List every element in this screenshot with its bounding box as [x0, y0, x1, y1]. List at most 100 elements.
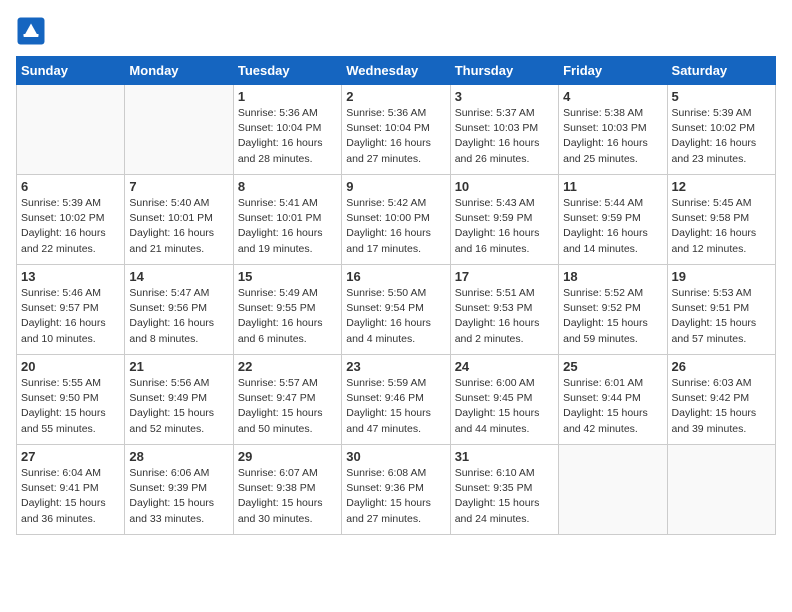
- day-number: 23: [346, 359, 445, 374]
- calendar-cell: 10 Sunrise: 5:43 AM Sunset: 9:59 PM Dayli…: [450, 175, 558, 265]
- day-info: Sunrise: 5:52 AM Sunset: 9:52 PM Dayligh…: [563, 286, 662, 347]
- calendar-cell: 21 Sunrise: 5:56 AM Sunset: 9:49 PM Dayli…: [125, 355, 233, 445]
- day-info: Sunrise: 5:55 AM Sunset: 9:50 PM Dayligh…: [21, 376, 120, 437]
- calendar-header: SundayMondayTuesdayWednesdayThursdayFrid…: [17, 57, 776, 85]
- calendar-cell: 8Sunrise: 5:41 AM Sunset: 10:01 PM Dayli…: [233, 175, 341, 265]
- day-info: Sunrise: 5:42 AM Sunset: 10:00 PM Daylig…: [346, 196, 445, 257]
- day-number: 15: [238, 269, 337, 284]
- day-number: 22: [238, 359, 337, 374]
- day-number: 25: [563, 359, 662, 374]
- day-info: Sunrise: 5:46 AM Sunset: 9:57 PM Dayligh…: [21, 286, 120, 347]
- calendar-table: SundayMondayTuesdayWednesdayThursdayFrid…: [16, 56, 776, 535]
- calendar-cell: 13 Sunrise: 5:46 AM Sunset: 9:57 PM Dayli…: [17, 265, 125, 355]
- day-info: Sunrise: 6:08 AM Sunset: 9:36 PM Dayligh…: [346, 466, 445, 527]
- weekday-header-sunday: Sunday: [17, 57, 125, 85]
- calendar-cell: 15 Sunrise: 5:49 AM Sunset: 9:55 PM Dayli…: [233, 265, 341, 355]
- day-info: Sunrise: 5:57 AM Sunset: 9:47 PM Dayligh…: [238, 376, 337, 437]
- day-number: 21: [129, 359, 228, 374]
- page-header: [16, 16, 776, 46]
- calendar-cell: 19Sunrise: 5:53 AM Sunset: 9:51 PM Dayli…: [667, 265, 775, 355]
- weekday-header-saturday: Saturday: [667, 57, 775, 85]
- day-info: Sunrise: 5:40 AM Sunset: 10:01 PM Daylig…: [129, 196, 228, 257]
- day-info: Sunrise: 6:04 AM Sunset: 9:41 PM Dayligh…: [21, 466, 120, 527]
- calendar-cell: 30 Sunrise: 6:08 AM Sunset: 9:36 PM Dayli…: [342, 445, 450, 535]
- day-number: 5: [672, 89, 771, 104]
- weekday-header-row: SundayMondayTuesdayWednesdayThursdayFrid…: [17, 57, 776, 85]
- day-info: Sunrise: 5:47 AM Sunset: 9:56 PM Dayligh…: [129, 286, 228, 347]
- calendar-cell: 25 Sunrise: 6:01 AM Sunset: 9:44 PM Dayli…: [559, 355, 667, 445]
- calendar-cell: 7Sunrise: 5:40 AM Sunset: 10:01 PM Dayli…: [125, 175, 233, 265]
- day-info: Sunrise: 5:39 AM Sunset: 10:02 PM Daylig…: [21, 196, 120, 257]
- calendar-body: 1 Sunrise: 5:36 AM Sunset: 10:04 PM Dayli…: [17, 85, 776, 535]
- day-number: 12: [672, 179, 771, 194]
- day-info: Sunrise: 5:49 AM Sunset: 9:55 PM Dayligh…: [238, 286, 337, 347]
- calendar-cell: 22 Sunrise: 5:57 AM Sunset: 9:47 PM Dayli…: [233, 355, 341, 445]
- day-info: Sunrise: 5:37 AM Sunset: 10:03 PM Daylig…: [455, 106, 554, 167]
- week-row-2: 6Sunrise: 5:39 AM Sunset: 10:02 PM Dayli…: [17, 175, 776, 265]
- day-info: Sunrise: 5:36 AM Sunset: 10:04 PM Daylig…: [346, 106, 445, 167]
- calendar-cell: 5Sunrise: 5:39 AM Sunset: 10:02 PM Dayli…: [667, 85, 775, 175]
- day-number: 10: [455, 179, 554, 194]
- day-number: 11: [563, 179, 662, 194]
- day-number: 9: [346, 179, 445, 194]
- day-info: Sunrise: 6:10 AM Sunset: 9:35 PM Dayligh…: [455, 466, 554, 527]
- weekday-header-monday: Monday: [125, 57, 233, 85]
- calendar-cell: 6Sunrise: 5:39 AM Sunset: 10:02 PM Dayli…: [17, 175, 125, 265]
- week-row-3: 13 Sunrise: 5:46 AM Sunset: 9:57 PM Dayli…: [17, 265, 776, 355]
- day-info: Sunrise: 6:06 AM Sunset: 9:39 PM Dayligh…: [129, 466, 228, 527]
- logo: [16, 16, 50, 46]
- calendar-cell: 9 Sunrise: 5:42 AM Sunset: 10:00 PM Dayli…: [342, 175, 450, 265]
- day-info: Sunrise: 6:07 AM Sunset: 9:38 PM Dayligh…: [238, 466, 337, 527]
- day-info: Sunrise: 5:45 AM Sunset: 9:58 PM Dayligh…: [672, 196, 771, 257]
- day-number: 18: [563, 269, 662, 284]
- day-number: 31: [455, 449, 554, 464]
- calendar-cell: [667, 445, 775, 535]
- calendar-cell: [17, 85, 125, 175]
- calendar-cell: 4 Sunrise: 5:38 AM Sunset: 10:03 PM Dayli…: [559, 85, 667, 175]
- day-number: 29: [238, 449, 337, 464]
- day-info: Sunrise: 6:01 AM Sunset: 9:44 PM Dayligh…: [563, 376, 662, 437]
- day-number: 2: [346, 89, 445, 104]
- calendar-cell: 26Sunrise: 6:03 AM Sunset: 9:42 PM Dayli…: [667, 355, 775, 445]
- weekday-header-thursday: Thursday: [450, 57, 558, 85]
- day-number: 30: [346, 449, 445, 464]
- day-number: 17: [455, 269, 554, 284]
- day-info: Sunrise: 5:59 AM Sunset: 9:46 PM Dayligh…: [346, 376, 445, 437]
- day-info: Sunrise: 5:50 AM Sunset: 9:54 PM Dayligh…: [346, 286, 445, 347]
- day-number: 1: [238, 89, 337, 104]
- weekday-header-friday: Friday: [559, 57, 667, 85]
- day-info: Sunrise: 5:44 AM Sunset: 9:59 PM Dayligh…: [563, 196, 662, 257]
- day-info: Sunrise: 5:43 AM Sunset: 9:59 PM Dayligh…: [455, 196, 554, 257]
- day-number: 14: [129, 269, 228, 284]
- calendar-cell: 16Sunrise: 5:50 AM Sunset: 9:54 PM Dayli…: [342, 265, 450, 355]
- day-info: Sunrise: 5:51 AM Sunset: 9:53 PM Dayligh…: [455, 286, 554, 347]
- calendar-cell: 24Sunrise: 6:00 AM Sunset: 9:45 PM Dayli…: [450, 355, 558, 445]
- day-number: 4: [563, 89, 662, 104]
- calendar-cell: 20Sunrise: 5:55 AM Sunset: 9:50 PM Dayli…: [17, 355, 125, 445]
- week-row-1: 1 Sunrise: 5:36 AM Sunset: 10:04 PM Dayli…: [17, 85, 776, 175]
- weekday-header-wednesday: Wednesday: [342, 57, 450, 85]
- calendar-cell: 17 Sunrise: 5:51 AM Sunset: 9:53 PM Dayli…: [450, 265, 558, 355]
- day-number: 26: [672, 359, 771, 374]
- day-number: 13: [21, 269, 120, 284]
- calendar-cell: 11 Sunrise: 5:44 AM Sunset: 9:59 PM Dayli…: [559, 175, 667, 265]
- day-info: Sunrise: 5:38 AM Sunset: 10:03 PM Daylig…: [563, 106, 662, 167]
- day-info: Sunrise: 5:53 AM Sunset: 9:51 PM Dayligh…: [672, 286, 771, 347]
- calendar-cell: 12 Sunrise: 5:45 AM Sunset: 9:58 PM Dayli…: [667, 175, 775, 265]
- calendar-cell: 18 Sunrise: 5:52 AM Sunset: 9:52 PM Dayli…: [559, 265, 667, 355]
- calendar-cell: 14 Sunrise: 5:47 AM Sunset: 9:56 PM Dayli…: [125, 265, 233, 355]
- day-info: Sunrise: 5:41 AM Sunset: 10:01 PM Daylig…: [238, 196, 337, 257]
- day-info: Sunrise: 5:36 AM Sunset: 10:04 PM Daylig…: [238, 106, 337, 167]
- calendar-cell: 31 Sunrise: 6:10 AM Sunset: 9:35 PM Dayli…: [450, 445, 558, 535]
- day-number: 3: [455, 89, 554, 104]
- calendar-cell: 27 Sunrise: 6:04 AM Sunset: 9:41 PM Dayli…: [17, 445, 125, 535]
- day-number: 28: [129, 449, 228, 464]
- calendar-cell: 1 Sunrise: 5:36 AM Sunset: 10:04 PM Dayli…: [233, 85, 341, 175]
- calendar-cell: 23 Sunrise: 5:59 AM Sunset: 9:46 PM Dayli…: [342, 355, 450, 445]
- weekday-header-tuesday: Tuesday: [233, 57, 341, 85]
- calendar-cell: 2 Sunrise: 5:36 AM Sunset: 10:04 PM Dayli…: [342, 85, 450, 175]
- day-number: 27: [21, 449, 120, 464]
- logo-icon: [16, 16, 46, 46]
- day-info: Sunrise: 5:56 AM Sunset: 9:49 PM Dayligh…: [129, 376, 228, 437]
- calendar-cell: 28 Sunrise: 6:06 AM Sunset: 9:39 PM Dayli…: [125, 445, 233, 535]
